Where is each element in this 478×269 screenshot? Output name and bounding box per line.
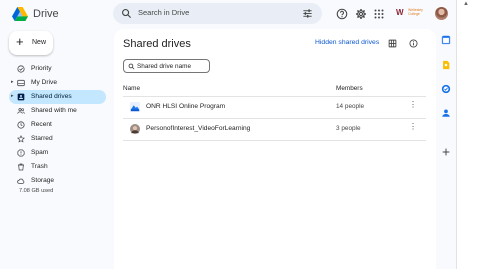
organization-name: Wellesley College [408,8,423,16]
search-options-icon[interactable] [302,8,313,19]
sidebar-item-label: Shared drives [31,93,72,100]
sidebar-item-label: Priority [31,65,52,72]
sidebar-item-label: Shared with me [31,107,77,114]
sidebar-item-starred[interactable]: Starred [9,132,106,146]
sidebar-item-shared-with-me[interactable]: Shared with me [9,104,106,118]
search-icon [128,63,135,70]
search-input[interactable]: Search in Drive [138,8,189,17]
apps-grid-icon[interactable] [373,8,385,20]
sidebar-item-label: Recent [31,121,52,128]
column-header-members[interactable]: Members [336,85,363,92]
hidden-shared-drives-link[interactable]: Hidden shared drives [315,39,379,46]
sidebar-item-recent[interactable]: Recent [9,118,106,132]
cloud-icon [17,178,25,184]
sidebar-item-spam[interactable]: Spam [9,146,106,160]
sidebar-item-label: Starred [31,135,53,142]
page-title: Shared drives [123,38,191,50]
people-icon [17,108,25,114]
sidebar-item-label: Trash [31,163,48,170]
trash-icon [18,163,24,171]
organization-logo[interactable]: W Wellesley College [396,8,428,19]
table-row[interactable]: ONR HLSI Online Program 14 people ⋮ [123,97,426,117]
priority-icon [17,65,25,73]
settings-gear-icon[interactable] [355,8,367,20]
help-icon[interactable] [336,8,348,20]
divider [123,140,426,141]
shared-drive-thumbnail [130,102,140,112]
table-row[interactable]: PersonofInterest_VideoForLearning 3 peop… [123,119,426,139]
main-panel: Shared drives Hidden shared drives Share… [114,29,436,269]
expand-arrow-icon[interactable]: ▸ [11,93,14,99]
sidebar-item-my-drive[interactable]: ▸ My Drive [9,76,106,90]
plus-icon: + [16,34,24,49]
info-icon[interactable] [409,39,418,48]
drive-members: 3 people [336,125,361,132]
drive-name[interactable]: ONR HLSI Online Program [146,103,225,110]
more-actions-icon[interactable]: ⋮ [409,123,417,131]
storage-used-text: 7.08 GB used [19,188,54,194]
contacts-icon[interactable] [441,108,451,118]
sidebar-item-shared-drives[interactable]: ▸ Shared drives [9,90,106,104]
shared-drive-name-input[interactable]: Shared drive name [137,63,191,70]
search-bar[interactable]: Search in Drive [113,3,322,24]
scroll-up-arrow-icon[interactable]: ▲ [463,1,469,7]
sidebar-item-trash[interactable]: Trash [9,160,106,174]
sidebar-item-label: Storage [31,177,55,184]
star-icon [17,135,25,143]
grid-view-icon[interactable] [388,39,397,48]
column-header-name[interactable]: Name [123,85,140,92]
expand-arrow-icon[interactable]: ▸ [11,79,14,85]
shared-drive-name-filter[interactable]: Shared drive name [123,59,210,73]
drive-logo-icon[interactable] [12,6,28,22]
calendar-icon[interactable] [441,35,451,45]
get-addons-plus-icon[interactable] [441,147,451,157]
window-scrollbar[interactable] [456,0,478,269]
sidebar-item-label: Spam [31,149,49,156]
keep-icon[interactable] [441,60,451,70]
search-icon[interactable] [121,8,132,19]
shared-drive-thumbnail [130,124,140,134]
account-avatar[interactable] [435,7,448,20]
sidebar-item-label: My Drive [31,79,58,86]
more-actions-icon[interactable]: ⋮ [409,101,417,109]
tasks-icon[interactable] [441,84,451,94]
drive-name[interactable]: PersonofInterest_VideoForLearning [146,125,250,132]
drive-members: 14 people [336,103,365,110]
new-button[interactable]: + New [9,31,53,55]
my-drive-icon [17,79,25,87]
clock-icon [17,121,25,129]
new-button-label: New [32,39,47,46]
sidebar-item-priority[interactable]: Priority [9,62,106,76]
organization-logo-mark: W [396,8,404,17]
sidebar-item-storage[interactable]: Storage [9,174,106,188]
spam-icon [17,149,25,157]
app-name: Drive [33,8,59,20]
shared-drives-icon [17,93,25,101]
